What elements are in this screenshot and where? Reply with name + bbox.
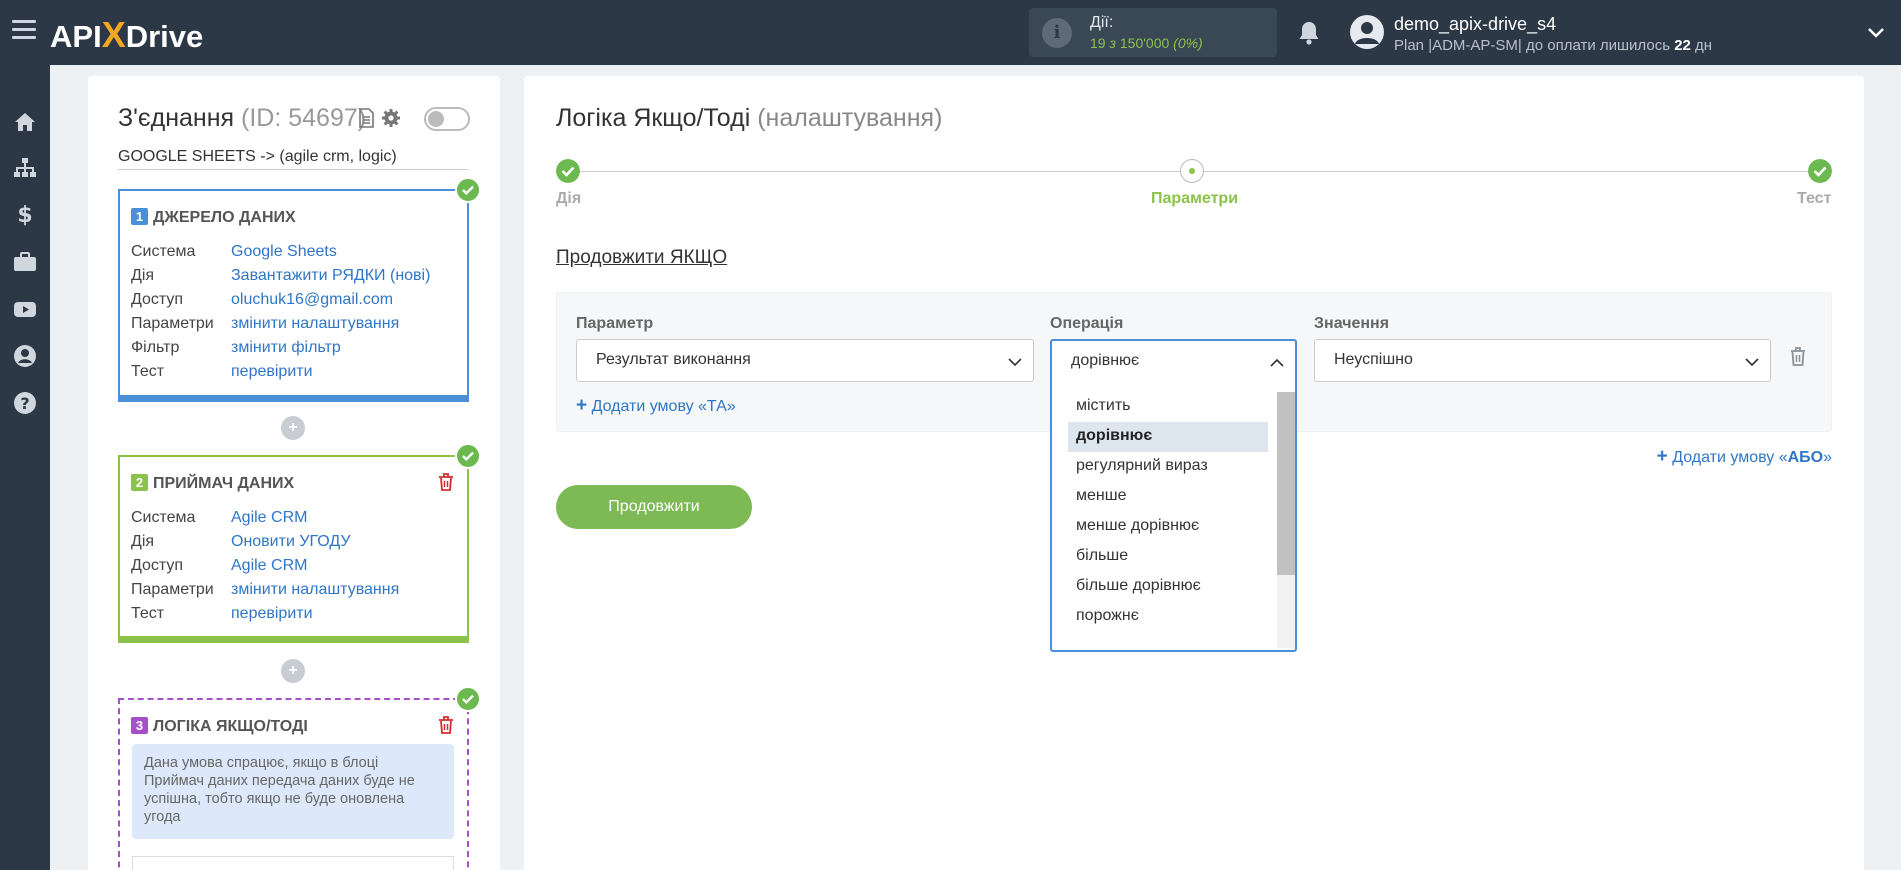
step-action[interactable]: Дія xyxy=(556,190,581,208)
source-block[interactable]: 1 ДЖЕРЕЛО ДАНИХ Система Google Sheets Дія З… xyxy=(118,189,469,402)
dropdown-option[interactable]: більше xyxy=(1068,542,1268,572)
chevron-down-icon xyxy=(1008,358,1022,367)
connection-subtitle: GOOGLE SHEETS -> (agile crm, logic) xyxy=(118,148,468,170)
page-title: Логіка Якщо/Тоді (налаштування) xyxy=(556,104,943,132)
step-done-icon[interactable] xyxy=(1808,159,1832,183)
top-bar: APIXDrive i Дії: 19 з 150'000 (0%) demo_… xyxy=(0,0,1901,65)
home-icon[interactable] xyxy=(12,109,38,135)
dropdown-scrollbar-thumb[interactable] xyxy=(1277,392,1295,575)
dropdown-option[interactable]: порожнє xyxy=(1068,602,1268,632)
svg-text:$: $ xyxy=(17,203,32,227)
dropdown-option[interactable]: менше дорівнює xyxy=(1068,512,1268,542)
user-circle-icon[interactable] xyxy=(12,343,38,369)
logic-note: Дана умова спрацює, якщо в блоці Приймач… xyxy=(132,744,454,839)
user-name[interactable]: demo_apix-drive_s4 xyxy=(1394,14,1556,35)
actions-label: Дії: xyxy=(1090,14,1114,31)
logic-block[interactable]: 3 ЛОГІКА ЯКЩО/ТОДІ Дана умова спрацює, як… xyxy=(118,698,469,870)
add-block-button[interactable]: + xyxy=(281,659,305,683)
info-icon: i xyxy=(1042,18,1072,48)
continue-button[interactable]: Продовжити xyxy=(556,485,752,529)
value-label: Значення xyxy=(1314,315,1390,332)
source-row-params: Параметри змінити налаштування xyxy=(131,315,400,332)
source-row-access: Доступ oluchuk16@gmail.com xyxy=(131,291,394,308)
receiver-row-action: Дія Оновити УГОДУ xyxy=(131,533,351,550)
value-select[interactable]: Неуспішно xyxy=(1314,339,1771,382)
source-block-title: 1 ДЖЕРЕЛО ДАНИХ xyxy=(131,208,296,227)
add-and-condition-link[interactable]: + Додати умову «ТА» xyxy=(576,395,736,417)
user-plan: Plan |ADM-AP-SM| до оплати лишилось 22 д… xyxy=(1394,37,1713,54)
briefcase-icon[interactable] xyxy=(12,249,38,275)
dropdown-option[interactable]: більше дорівнює xyxy=(1068,572,1268,602)
connection-title: З'єднання (ID: 54697) xyxy=(118,104,367,132)
check-icon xyxy=(455,443,481,469)
trash-icon[interactable] xyxy=(437,715,455,735)
chevron-up-icon xyxy=(1270,358,1284,367)
document-icon[interactable] xyxy=(358,108,375,128)
source-row-action: Дія Завантажити РЯДКИ (нові) xyxy=(131,267,431,284)
step-test[interactable]: Тест xyxy=(1797,190,1831,208)
step-params[interactable]: Параметри xyxy=(1151,190,1238,208)
sidebar: $ ? xyxy=(0,65,50,870)
help-icon[interactable]: ? xyxy=(12,390,38,416)
add-or-condition-link[interactable]: + Додати умову «АБО» xyxy=(1657,446,1832,468)
receiver-row-access: Доступ Agile CRM xyxy=(131,557,308,574)
svg-text:?: ? xyxy=(20,394,29,413)
dropdown-option[interactable]: менше xyxy=(1068,482,1268,512)
actions-counter[interactable]: i Дії: 19 з 150'000 (0%) xyxy=(1029,8,1277,57)
logic-block-title: 3 ЛОГІКА ЯКЩО/ТОДІ xyxy=(131,717,308,736)
trash-icon[interactable] xyxy=(437,472,455,492)
step-current-icon[interactable] xyxy=(1180,159,1204,183)
avatar[interactable] xyxy=(1350,15,1384,49)
section-title: Продовжити ЯКЩО xyxy=(556,247,728,268)
bell-icon[interactable] xyxy=(1297,20,1321,46)
actions-count: 19 з 150'000 (0%) xyxy=(1090,35,1203,51)
connection-toggle[interactable] xyxy=(424,107,470,131)
chevron-down-icon[interactable] xyxy=(1866,22,1886,42)
operation-dropdown: містить дорівнює регулярний вираз менше … xyxy=(1050,376,1297,652)
logic-block-content xyxy=(132,856,454,870)
add-block-button[interactable]: + xyxy=(281,416,305,440)
gear-icon[interactable] xyxy=(381,108,401,128)
connection-icons xyxy=(358,108,401,128)
chevron-down-icon xyxy=(1745,358,1759,367)
sitemap-icon[interactable] xyxy=(12,155,38,181)
check-icon xyxy=(455,686,481,712)
dropdown-option[interactable]: містить xyxy=(1068,392,1268,422)
connection-panel: З'єднання (ID: 54697) GOOGLE SHEETS -> (… xyxy=(88,76,500,870)
source-row-system: Система Google Sheets xyxy=(131,243,337,260)
source-row-test: Тест перевірити xyxy=(131,363,313,380)
receiver-row-system: Система Agile CRM xyxy=(131,509,308,526)
check-icon xyxy=(455,177,481,203)
youtube-icon[interactable] xyxy=(12,296,38,322)
param-select[interactable]: Результат виконання xyxy=(576,339,1034,382)
operation-label: Операція xyxy=(1050,315,1124,332)
step-done-icon[interactable] xyxy=(556,159,580,183)
param-label: Параметр xyxy=(576,315,654,332)
receiver-block[interactable]: 2 ПРИЙМАЧ ДАНИХ Система Agile CRM Дія Онови… xyxy=(118,455,469,643)
menu-icon[interactable] xyxy=(12,20,36,44)
source-row-filter: Фільтр змінити фільтр xyxy=(131,339,341,356)
receiver-row-test: Тест перевірити xyxy=(131,605,313,622)
dollar-icon[interactable]: $ xyxy=(12,201,38,227)
dropdown-option-selected[interactable]: дорівнює xyxy=(1068,422,1268,452)
trash-icon[interactable] xyxy=(1789,346,1807,367)
logo[interactable]: APIXDrive xyxy=(50,14,203,55)
receiver-block-title: 2 ПРИЙМАЧ ДАНИХ xyxy=(131,474,294,493)
receiver-row-params: Параметри змінити налаштування xyxy=(131,581,400,598)
dropdown-option[interactable]: регулярний вираз xyxy=(1068,452,1268,482)
